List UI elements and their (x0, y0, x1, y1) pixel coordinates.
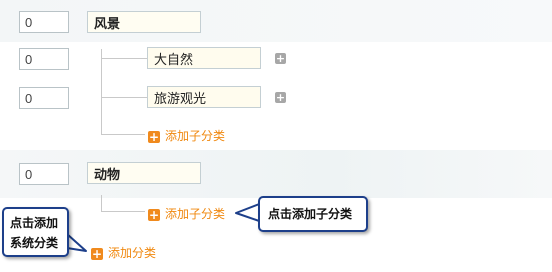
callout-add-system-category: 点击添加系统分类 (2, 207, 69, 257)
callout-add-subcategory: 点击添加子分类 (258, 196, 368, 232)
callout-pointer (66, 233, 87, 252)
